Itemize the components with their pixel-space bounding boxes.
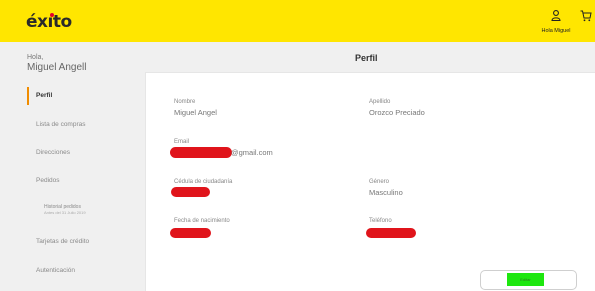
email-redaction: [170, 147, 232, 158]
page-title: Perfil: [355, 53, 378, 63]
genero-value: Masculino: [369, 188, 403, 197]
telefono-redaction: [366, 228, 416, 238]
edit-button-highlight[interactable]: Editar: [507, 273, 544, 286]
sidebar-item-historial-pedidos[interactable]: Historial pedidos Antes del 31 Julio 201…: [44, 204, 86, 216]
cart-icon[interactable]: [580, 10, 592, 22]
cedula-redaction: [171, 187, 210, 197]
apellido-value: Orozco Preciado: [369, 108, 425, 117]
greeting-small: Hola,: [27, 54, 44, 61]
exito-logo[interactable]: éxı to: [26, 12, 72, 32]
logo-red-dot: [49, 13, 54, 17]
nombre-label: Nombre: [174, 99, 196, 105]
email-value: @gmail.com: [231, 148, 273, 157]
greeting-name: Miguel Angell: [27, 62, 87, 73]
sidebar-item-perfil[interactable]: Perfil: [36, 92, 52, 99]
historial-sublabel: Antes del 31 Julio 2019: [44, 210, 86, 215]
telefono-label: Teléfono: [369, 218, 392, 224]
email-label: Email: [174, 139, 190, 145]
user-account-button[interactable]: Hola Miguel: [536, 8, 576, 34]
genero-label: Género: [369, 179, 390, 185]
sidebar-item-pedidos[interactable]: Pedidos: [36, 177, 60, 184]
cedula-label: Cédula de ciudadanía: [174, 179, 233, 185]
nombre-value: Miguel Angel: [174, 108, 217, 117]
user-greeting-label: Hola Miguel: [541, 28, 571, 34]
fecha-redaction: [170, 228, 211, 238]
sidebar-item-autenticacion[interactable]: Autenticación: [36, 267, 75, 274]
user-icon: [551, 10, 561, 22]
sidebar-item-direcciones[interactable]: Direcciones: [36, 149, 70, 156]
top-bar: éxı to Hola Miguel: [0, 0, 595, 42]
sidebar-item-lista-de-compras[interactable]: Lista de compras: [36, 121, 86, 128]
sidebar-item-tarjetas[interactable]: Tarjetas de crédito: [36, 238, 89, 245]
apellido-label: Apellido: [369, 99, 391, 105]
fecha-label: Fecha de nacimiento: [174, 218, 230, 224]
active-item-indicator: [27, 87, 29, 105]
